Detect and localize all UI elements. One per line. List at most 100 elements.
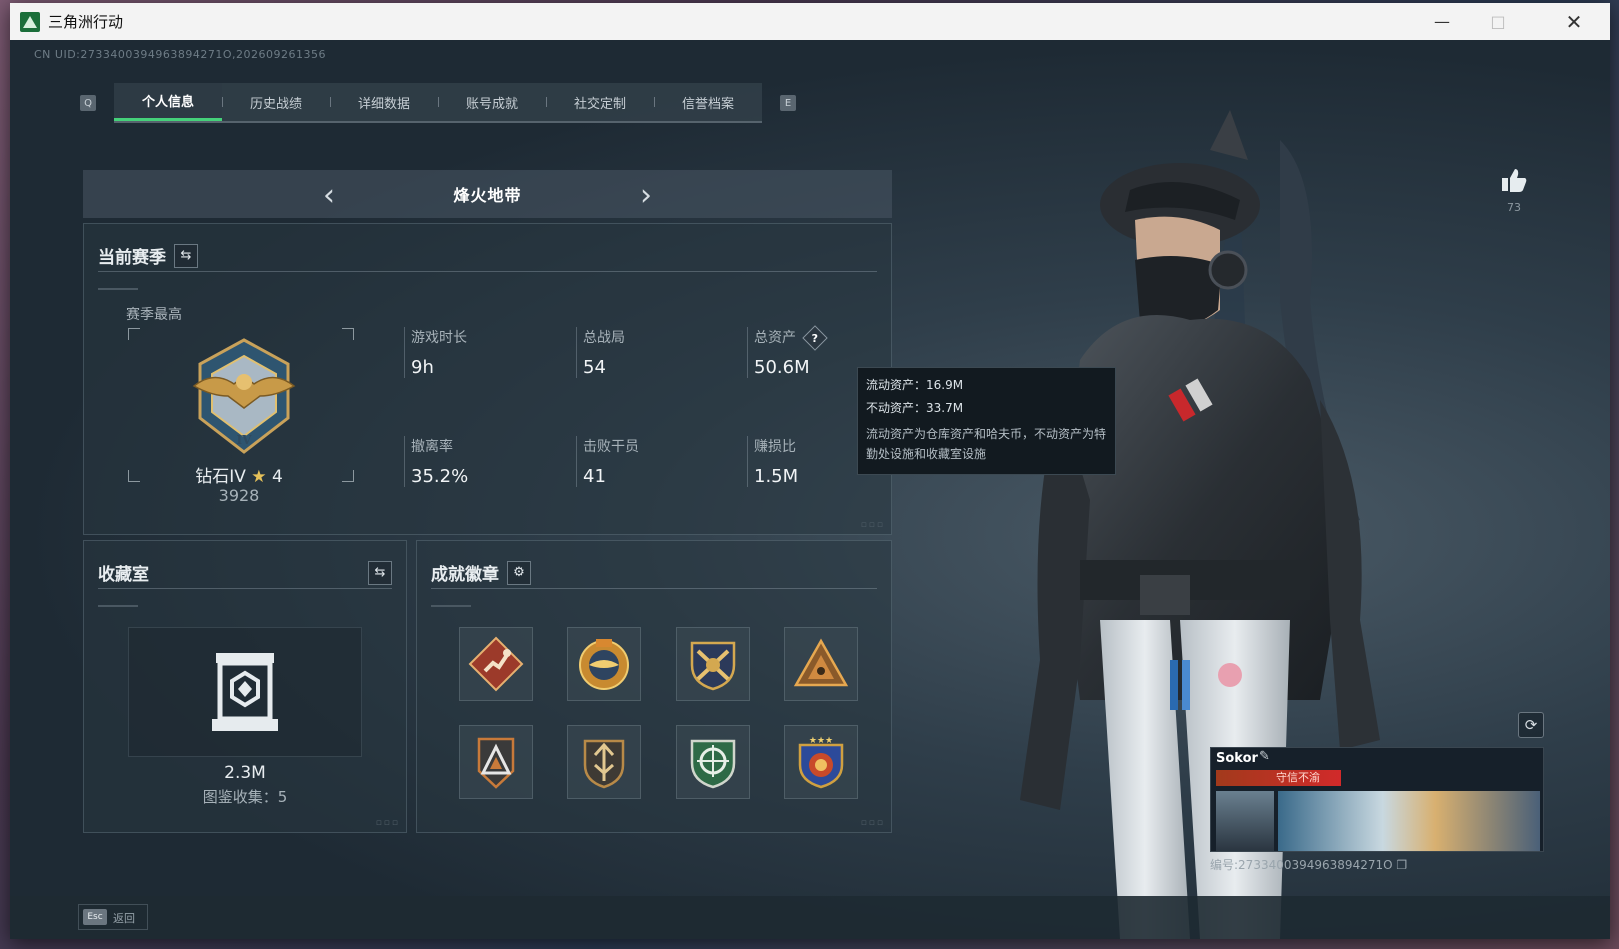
stat-value: 54 bbox=[583, 357, 606, 378]
profile-tabs: Q 个人信息 历史战绩 详细数据 账号成就 社交定制 信誉档案 E bbox=[80, 83, 796, 123]
crossed-guns-badge-icon bbox=[690, 641, 736, 691]
thumbs-up-icon bbox=[1502, 169, 1527, 192]
switch-season-button[interactable]: ⇆ bbox=[174, 243, 198, 268]
header-divider bbox=[98, 605, 138, 607]
tab-social[interactable]: 社交定制 bbox=[546, 83, 654, 121]
stat-total-assets: 总资产 ? 50.6M bbox=[747, 325, 829, 378]
copy-icon[interactable]: ❐ bbox=[1396, 858, 1407, 872]
frame-corner bbox=[342, 470, 354, 482]
rank-name-text: 钻石IV bbox=[195, 467, 246, 487]
stat-label: 游戏时长 bbox=[411, 330, 467, 346]
season-header: 当前赛季 ⇆ bbox=[98, 240, 877, 272]
stat-kills: 击败干员 41 bbox=[576, 436, 639, 487]
chevron-right-icon[interactable]: › bbox=[640, 178, 652, 213]
esc-key: Esc bbox=[83, 909, 107, 925]
edit-pencil-icon[interactable]: ✎ bbox=[1259, 749, 1270, 764]
stat-label: 总战局 bbox=[583, 330, 625, 346]
badge-slot[interactable] bbox=[784, 627, 858, 701]
season-best-label: 赛季最高 bbox=[126, 307, 182, 323]
svg-text:★★★: ★★★ bbox=[809, 736, 833, 746]
svg-text:IV: IV bbox=[237, 433, 253, 447]
collection-count: 图鉴收集：5 bbox=[202, 788, 288, 806]
stat-value: 1.5M bbox=[754, 466, 799, 487]
tooltip-note: 流动资产为仓库资产和哈夫币，不动资产为特勤处设施和收藏室设施 bbox=[866, 427, 1107, 461]
star-shield-badge-icon: ★★★ bbox=[798, 736, 844, 789]
star-icon: ★ bbox=[251, 467, 267, 487]
badges-header: 成就徽章 ⚙ bbox=[431, 557, 877, 589]
close-button[interactable]: ✕ bbox=[1546, 3, 1602, 40]
achievement-badges-panel: 成就徽章 ⚙ ★★★ ▫▫▫ bbox=[416, 540, 892, 833]
assets-tooltip: 流动资产：16.9M 不动资产：33.7M 流动资产为仓库资产和哈夫币，不动资产… bbox=[857, 367, 1116, 475]
frame-corner bbox=[128, 328, 140, 340]
badge-slot[interactable] bbox=[459, 627, 533, 701]
switch-collection-button[interactable]: ⇆ bbox=[368, 560, 392, 585]
rank-stars: 4 bbox=[271, 467, 283, 487]
badges-title: 成就徽章 bbox=[431, 565, 499, 585]
gear-icon[interactable]: ⚙ bbox=[507, 560, 531, 585]
mode-selector: ‹ 烽火地带 › bbox=[83, 170, 892, 218]
stat-value: 9h bbox=[411, 357, 434, 378]
badge-slot[interactable] bbox=[567, 627, 641, 701]
runner-badge-icon bbox=[468, 636, 524, 692]
stat-profit-ratio: 赚损比 1.5M bbox=[747, 436, 798, 487]
stat-play-time: 游戏时长 9h bbox=[404, 327, 467, 378]
bottom-bar: Esc 返回 bbox=[10, 896, 1610, 939]
badge-slot[interactable]: ★★★ bbox=[784, 725, 858, 799]
stat-total-games: 总战局 54 bbox=[576, 327, 625, 378]
window-titlebar: 三角洲行动 — □ ✕ bbox=[10, 3, 1610, 40]
display-case-icon bbox=[212, 653, 278, 731]
collection-header: 收藏室 ⇆ bbox=[98, 557, 392, 589]
minimize-button[interactable]: — bbox=[1414, 3, 1470, 40]
stat-label-text: 总资产 bbox=[754, 330, 796, 346]
badge-slot[interactable] bbox=[459, 725, 533, 799]
current-season-panel: 当前赛季 ⇆ 赛季最高 IV 钻石IV ★ 4 3928 游戏时长 9h 总战局… bbox=[83, 223, 892, 535]
game-viewport: CN UID:2733400394963894271O,202609261356… bbox=[10, 40, 1610, 939]
stat-label: 赚损比 bbox=[754, 439, 796, 455]
header-divider bbox=[431, 605, 471, 607]
back-label: 返回 bbox=[113, 912, 135, 925]
stat-value: 41 bbox=[583, 466, 606, 487]
maximize-button[interactable]: □ bbox=[1470, 3, 1526, 40]
triangle-badge-icon bbox=[793, 638, 849, 687]
badge-slot[interactable] bbox=[567, 725, 641, 799]
collection-value: 2.3M bbox=[224, 763, 266, 783]
tab-prev-key[interactable]: Q bbox=[80, 95, 96, 111]
tab-personal-info[interactable]: 个人信息 bbox=[114, 83, 222, 121]
tab-achievements[interactable]: 账号成就 bbox=[438, 83, 546, 121]
header-divider bbox=[98, 288, 138, 290]
like-count: 73 bbox=[1507, 201, 1521, 214]
badge-slot[interactable] bbox=[676, 627, 750, 701]
badge-slot[interactable] bbox=[676, 725, 750, 799]
panel-corner-decoration: ▫▫▫ bbox=[860, 818, 885, 828]
window-title: 三角洲行动 bbox=[48, 13, 124, 31]
avatar bbox=[1216, 791, 1274, 851]
stat-value: 35.2% bbox=[411, 466, 469, 487]
tab-reputation[interactable]: 信誉档案 bbox=[654, 83, 762, 121]
arrow-shield-badge-icon bbox=[583, 739, 625, 789]
help-icon[interactable]: ? bbox=[802, 325, 829, 351]
stat-label: 总资产 ? bbox=[754, 325, 829, 351]
tooltip-liquid-assets: 流动资产：16.9M bbox=[866, 378, 964, 392]
tooltip-fixed-assets: 不动资产：33.7M bbox=[866, 401, 964, 415]
rank-name: 钻石IV ★ 4 bbox=[144, 462, 334, 487]
refresh-icon[interactable]: ⟳ bbox=[1518, 712, 1544, 738]
name-card-banner bbox=[1278, 791, 1540, 851]
diamond-rank-emblem-icon: IV bbox=[192, 338, 296, 454]
delta-badge-icon bbox=[477, 737, 515, 789]
tab-history[interactable]: 历史战绩 bbox=[222, 83, 330, 121]
tab-next-key[interactable]: E bbox=[780, 95, 796, 111]
tab-detailed-data[interactable]: 详细数据 bbox=[330, 83, 438, 121]
player-name-card[interactable]: Sokor ✎ 守信不渝 bbox=[1210, 747, 1544, 852]
eagle-badge-icon bbox=[579, 639, 629, 690]
collection-panel[interactable]: 收藏室 ⇆ 2.3M 图鉴收集：5 ▫▫▫ bbox=[83, 540, 407, 833]
stat-value: 50.6M bbox=[754, 357, 810, 378]
chevron-left-icon[interactable]: ‹ bbox=[323, 178, 335, 213]
collection-title: 收藏室 bbox=[98, 565, 149, 585]
title-badge: 守信不渝 bbox=[1216, 770, 1341, 786]
mode-title: 烽火地带 bbox=[453, 186, 522, 205]
stat-label: 击败干员 bbox=[583, 439, 639, 455]
panel-corner-decoration: ▫▫▫ bbox=[860, 520, 885, 530]
uid-text: CN UID:2733400394963894271O,202609261356 bbox=[34, 48, 326, 61]
like-button[interactable]: 73 bbox=[1497, 167, 1531, 214]
rank-score: 3928 bbox=[218, 486, 260, 505]
